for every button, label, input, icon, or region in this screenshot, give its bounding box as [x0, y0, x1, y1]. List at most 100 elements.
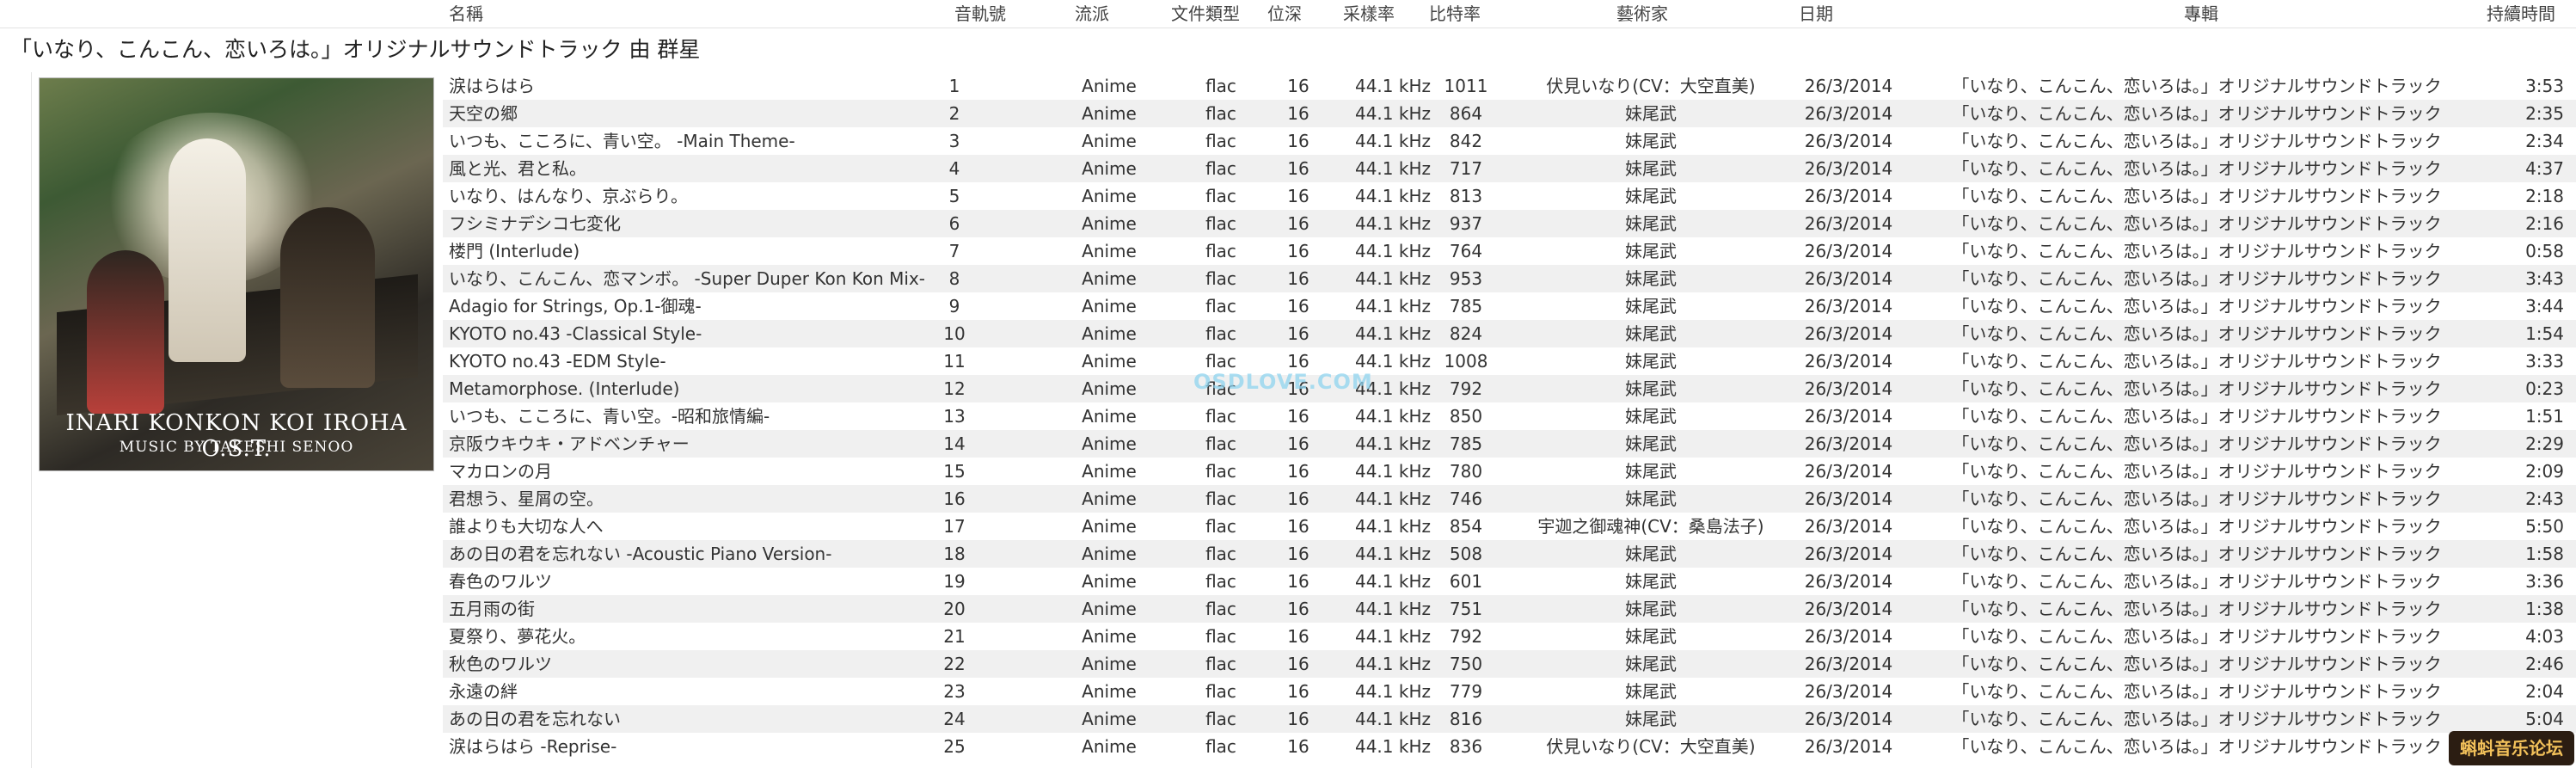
track-duration-cell: 0:23	[2525, 378, 2564, 399]
column-header-genre[interactable]: 流派	[1075, 0, 1109, 28]
track-row[interactable]: 楼門 (Interlude) 7 Anime flac 16 44.1 kHz 764 妹尾武…	[443, 237, 2576, 265]
track-name-cell: マカロンの月	[449, 461, 552, 482]
track-duration-cell: 1:51	[2525, 406, 2564, 427]
track-date-cell: 26/3/2014	[1804, 323, 1893, 344]
track-album-cell: 「いなり、こんこん、恋いろは。」オリジナルサウンドトラック	[1952, 186, 2442, 206]
track-name-cell: 春色のワルツ	[449, 571, 552, 592]
track-row[interactable]: 永遠の絆 23 Anime flac 16 44.1 kHz 779 妹尾武 26/3/2014…	[443, 678, 2576, 705]
watermark-text: OSDLOVE.COM	[1193, 370, 1373, 394]
track-number-cell: 5	[948, 186, 960, 206]
track-bitrate-cell: 785	[1449, 296, 1483, 316]
track-row[interactable]: 五月雨の街 20 Anime flac 16 44.1 kHz 751 妹尾武 26/3/201…	[443, 595, 2576, 623]
track-bitrate-cell: 779	[1449, 681, 1483, 702]
track-row[interactable]: いなり、こんこん、恋マンボ。 -Super Duper Kon Kon Mix-…	[443, 265, 2576, 292]
track-artist-cell: 妹尾武	[1625, 351, 1677, 372]
track-row[interactable]: 涙はらはら -Reprise- 25 Anime flac 16 44.1 kHz 836 伏…	[443, 733, 2576, 760]
album-group-title: 「いなり、こんこん、恋いろは。」オリジナルサウンドトラック 由 群星	[10, 37, 701, 62]
track-row[interactable]: いなり、はんなり、京ぶらり。 5 Anime flac 16 44.1 kHz 813 妹尾武…	[443, 182, 2576, 210]
track-row[interactable]: 涙はらはら 1 Anime flac 16 44.1 kHz 1011 伏見いなり(CV：大空…	[443, 72, 2576, 100]
column-header-bit-depth[interactable]: 位深	[1267, 0, 1302, 28]
track-genre-cell: Anime	[1082, 709, 1137, 729]
track-album-cell: 「いなり、こんこん、恋いろは。」オリジナルサウンドトラック	[1952, 296, 2442, 316]
track-date-cell: 26/3/2014	[1804, 488, 1893, 509]
track-row[interactable]: 春色のワルツ 19 Anime flac 16 44.1 kHz 601 妹尾武 26/3/20…	[443, 568, 2576, 595]
track-duration-cell: 3:43	[2525, 268, 2564, 289]
column-header-date[interactable]: 日期	[1799, 0, 1833, 28]
track-bitrate-cell: 1011	[1444, 76, 1488, 96]
track-bitrate-cell: 601	[1449, 571, 1483, 592]
track-album-cell: 「いなり、こんこん、恋いろは。」オリジナルサウンドトラック	[1952, 681, 2442, 702]
track-row[interactable]: KYOTO no.43 -Classical Style- 10 Anime flac…	[443, 320, 2576, 347]
track-genre-cell: Anime	[1082, 626, 1137, 647]
track-row[interactable]: いつも、こころに、青い空。 -Main Theme- 3 Anime flac 16 44…	[443, 127, 2576, 155]
track-name-cell: 京阪ウキウキ・アドベンチャー	[449, 433, 690, 454]
column-header-artist[interactable]: 藝術家	[1616, 0, 1668, 28]
track-date-cell: 26/3/2014	[1804, 736, 1893, 757]
track-number-cell: 4	[948, 158, 960, 179]
track-number-cell: 10	[943, 323, 966, 344]
track-row[interactable]: 秋色のワルツ 22 Anime flac 16 44.1 kHz 750 妹尾武 26/3/20…	[443, 650, 2576, 678]
track-artist-cell: 妹尾武	[1625, 709, 1677, 729]
cover-figure-center	[169, 138, 246, 362]
track-number-cell: 9	[948, 296, 960, 316]
column-header-sample-rate[interactable]: 采樣率	[1343, 0, 1395, 28]
track-album-cell: 「いなり、こんこん、恋いろは。」オリジナルサウンドトラック	[1952, 654, 2442, 674]
column-header-album[interactable]: 專輯	[2184, 0, 2218, 28]
track-bitrate-cell: 751	[1449, 599, 1483, 619]
track-duration-cell: 2:29	[2525, 433, 2564, 454]
column-header-track-number[interactable]: 音軌號	[954, 0, 1006, 28]
album-cover-art[interactable]: INARI KONKON KOI IROHA O.S.T. MUSIC BY T…	[39, 77, 434, 471]
track-bitrate-cell: 746	[1449, 488, 1483, 509]
cover-figure-left	[87, 250, 164, 414]
track-row[interactable]: 誰よりも大切な人へ 17 Anime flac 16 44.1 kHz 854 宇迦之御魂神(…	[443, 513, 2576, 540]
track-row[interactable]: Metamorphose. (Interlude) 12 Anime flac 16 44…	[443, 375, 2576, 402]
track-row[interactable]: 風と光、君と私。 4 Anime flac 16 44.1 kHz 717 妹尾武 26/3/2…	[443, 155, 2576, 182]
track-artist-cell: 妹尾武	[1625, 406, 1677, 427]
track-genre-cell: Anime	[1082, 103, 1137, 124]
track-date-cell: 26/3/2014	[1804, 626, 1893, 647]
track-genre-cell: Anime	[1082, 681, 1137, 702]
track-number-cell: 1	[948, 76, 960, 96]
track-number-cell: 13	[943, 406, 966, 427]
track-number-cell: 15	[943, 461, 966, 482]
track-bitrate-cell: 717	[1449, 158, 1483, 179]
track-album-cell: 「いなり、こんこん、恋いろは。」オリジナルサウンドトラック	[1952, 351, 2442, 372]
track-genre-cell: Anime	[1082, 296, 1137, 316]
column-header-file-type[interactable]: 文件類型	[1171, 0, 1240, 28]
track-row[interactable]: KYOTO no.43 -EDM Style- 11 Anime flac 16 44.1…	[443, 347, 2576, 375]
column-header-name[interactable]: 名稱	[449, 0, 483, 28]
track-genre-cell: Anime	[1082, 131, 1137, 151]
column-header-bitrate[interactable]: 比特率	[1429, 0, 1481, 28]
track-row[interactable]: あの日の君を忘れない 24 Anime flac 16 44.1 kHz 816 妹尾武 26/…	[443, 705, 2576, 733]
track-number-cell: 17	[943, 516, 966, 537]
track-row[interactable]: 京阪ウキウキ・アドベンチャー 14 Anime flac 16 44.1 kHz 785 妹尾…	[443, 430, 2576, 458]
track-name-cell: フシミナデシコ七変化	[449, 213, 621, 234]
track-bitrate-cell: 836	[1449, 736, 1483, 757]
track-row[interactable]: Adagio for Strings, Op.1-御魂- 9 Anime flac 16…	[443, 292, 2576, 320]
track-bitrate-cell: 937	[1449, 213, 1483, 234]
track-row[interactable]: マカロンの月 15 Anime flac 16 44.1 kHz 780 妹尾武 26/3/20…	[443, 458, 2576, 485]
track-name-cell: いなり、はんなり、京ぶらり。	[449, 186, 688, 206]
track-row[interactable]: 夏祭り、夢花火。 21 Anime flac 16 44.1 kHz 792 妹尾武 26/3/…	[443, 623, 2576, 650]
track-row[interactable]: 君想う、星屑の空。 16 Anime flac 16 44.1 kHz 746 妹尾武 26/3…	[443, 485, 2576, 513]
track-date-cell: 26/3/2014	[1804, 158, 1893, 179]
track-artist-cell: 妹尾武	[1625, 378, 1677, 399]
track-row[interactable]: いつも、こころに、青い空。-昭和旅情編- 13 Anime flac 16 44.1 kH…	[443, 402, 2576, 430]
track-date-cell: 26/3/2014	[1804, 131, 1893, 151]
track-date-cell: 26/3/2014	[1804, 296, 1893, 316]
track-genre-cell: Anime	[1082, 461, 1137, 482]
track-album-cell: 「いなり、こんこん、恋いろは。」オリジナルサウンドトラック	[1952, 516, 2442, 537]
track-genre-cell: Anime	[1082, 433, 1137, 454]
track-row[interactable]: フシミナデシコ七変化 6 Anime flac 16 44.1 kHz 937 妹尾武 26/3…	[443, 210, 2576, 237]
track-artist-cell: 妹尾武	[1625, 433, 1677, 454]
track-album-cell: 「いなり、こんこん、恋いろは。」オリジナルサウンドトラック	[1952, 323, 2442, 344]
group-divider	[31, 72, 32, 768]
track-artist-cell: 宇迦之御魂神(CV：桑島法子)	[1537, 516, 1764, 537]
track-artist-cell: 妹尾武	[1625, 488, 1677, 509]
track-row[interactable]: あの日の君を忘れない -Acoustic Piano Version- 18 Ani…	[443, 540, 2576, 568]
track-date-cell: 26/3/2014	[1804, 103, 1893, 124]
track-number-cell: 7	[948, 241, 960, 261]
track-album-cell: 「いなり、こんこん、恋いろは。」オリジナルサウンドトラック	[1952, 241, 2442, 261]
track-row[interactable]: 天空の郷 2 Anime flac 16 44.1 kHz 864 妹尾武 26/3/2014 「…	[443, 100, 2576, 127]
column-header-duration[interactable]: 持續時間	[2487, 0, 2555, 28]
